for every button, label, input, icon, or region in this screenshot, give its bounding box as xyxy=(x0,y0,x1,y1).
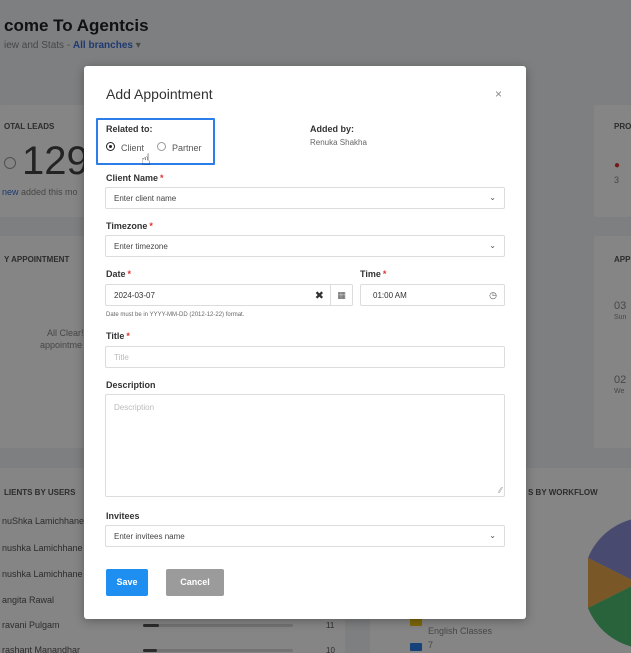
invitees-label: Invitees xyxy=(106,511,140,521)
clear-date-icon[interactable]: ✖ xyxy=(315,289,324,302)
date-format-hint: Date must be in YYYY-MM-DD (2012-12-22) … xyxy=(106,312,245,318)
client-name-label-text: Client Name xyxy=(106,173,159,183)
save-button[interactable]: Save xyxy=(106,569,148,596)
date-label: Date * xyxy=(106,269,131,279)
resize-handle-icon[interactable]: ⁄⁄ xyxy=(499,486,502,495)
title-label: Title * xyxy=(106,331,130,341)
add-appointment-modal: Add Appointment × Related to: Client Par… xyxy=(84,66,526,619)
date-value: 2024-03-07 xyxy=(114,291,155,300)
partner-radio-label[interactable]: Partner xyxy=(172,143,202,153)
close-icon[interactable]: × xyxy=(495,87,502,101)
timezone-label: Timezone * xyxy=(106,221,153,231)
time-label: Time * xyxy=(360,269,386,279)
time-input[interactable]: 01:00 AM ◷ xyxy=(360,284,505,306)
chevron-down-icon[interactable]: ⌄ xyxy=(489,241,496,250)
invitees-select[interactable]: Enter invitees name ⌄ xyxy=(105,525,505,547)
title-placeholder: Title xyxy=(114,353,129,362)
required-mark: * xyxy=(149,221,153,231)
description-label: Description xyxy=(106,380,156,390)
chevron-down-icon[interactable]: ⌄ xyxy=(489,531,496,540)
client-name-label: Client Name * xyxy=(106,173,164,183)
client-name-placeholder: Enter client name xyxy=(114,194,177,203)
title-label-text: Title xyxy=(106,331,125,341)
required-mark: * xyxy=(126,331,130,341)
client-name-select[interactable]: Enter client name ⌄ xyxy=(105,187,505,209)
calendar-icon[interactable]: ▦ xyxy=(330,285,352,305)
required-mark: * xyxy=(160,173,164,183)
added-by-label: Added by: xyxy=(310,124,354,134)
modal-title: Add Appointment xyxy=(106,86,213,102)
required-mark: * xyxy=(382,269,387,279)
time-label-text: Time xyxy=(360,269,381,279)
partner-radio[interactable] xyxy=(157,142,166,151)
description-textarea[interactable]: Description ⁄⁄ xyxy=(105,394,505,497)
timezone-label-text: Timezone xyxy=(106,221,148,231)
time-value: 01:00 AM xyxy=(373,291,407,300)
required-mark: * xyxy=(127,269,132,279)
date-label-text: Date xyxy=(106,269,126,279)
timezone-placeholder: Enter timezone xyxy=(114,242,168,251)
title-input[interactable]: Title xyxy=(105,346,505,368)
chevron-down-icon[interactable]: ⌄ xyxy=(489,193,496,202)
hand-pointer-icon: ☝ xyxy=(141,152,151,169)
date-input[interactable]: 2024-03-07 ✖ ▦ xyxy=(105,284,353,306)
added-by-value: Renuka Shakha xyxy=(310,138,367,147)
client-radio[interactable] xyxy=(106,142,115,151)
timezone-select[interactable]: Enter timezone ⌄ xyxy=(105,235,505,257)
related-to-label: Related to: xyxy=(106,124,153,134)
description-placeholder: Description xyxy=(114,403,155,412)
cancel-button[interactable]: Cancel xyxy=(166,569,224,596)
clock-icon[interactable]: ◷ xyxy=(482,285,504,305)
invitees-placeholder: Enter invitees name xyxy=(114,532,185,541)
